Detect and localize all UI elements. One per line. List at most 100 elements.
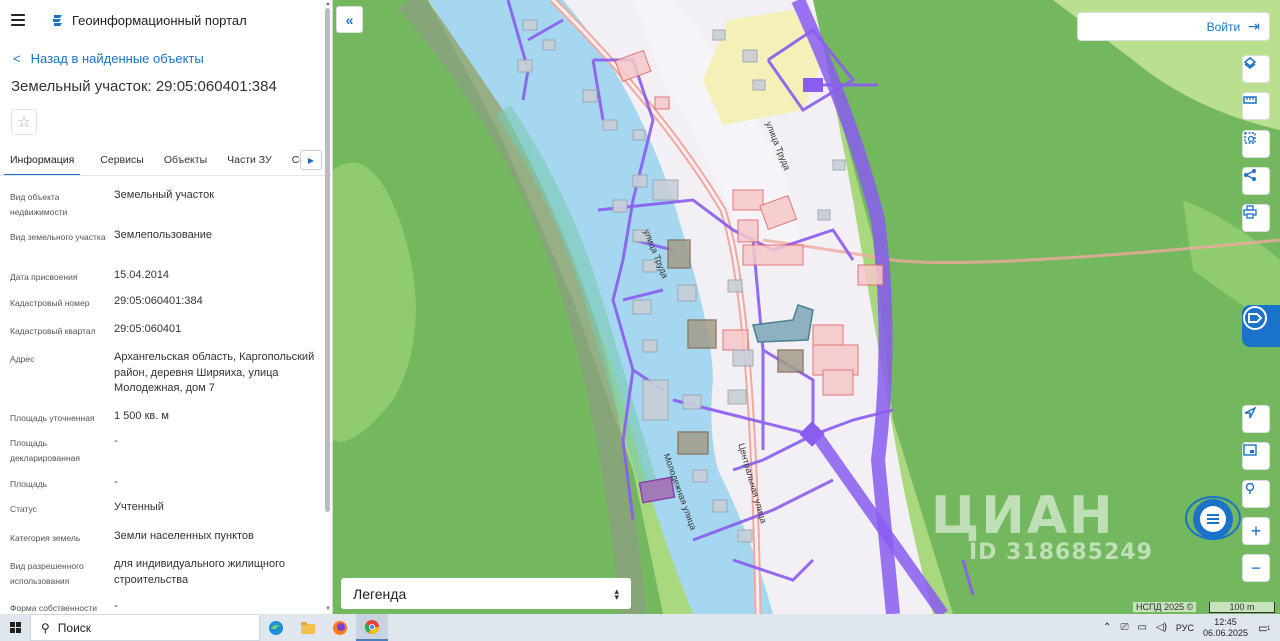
- taskbar-explorer[interactable]: [292, 614, 324, 641]
- ruler-icon: [1243, 96, 1257, 104]
- chevron-right-icon: ▶: [307, 155, 315, 165]
- double-chevron-left-icon: «: [345, 11, 354, 28]
- minimap-button[interactable]: [1242, 442, 1270, 470]
- system-tray: ⌃ ⎚ ▭ ◁) РУС 12:45 06.06.2025 ▭ 1: [1103, 614, 1280, 641]
- login-arrow-icon: ⇥: [1248, 18, 1260, 34]
- volume-icon[interactable]: ◁): [1156, 622, 1167, 633]
- share-button[interactable]: [1242, 167, 1270, 195]
- select-area-button[interactable]: [1242, 130, 1270, 158]
- start-button[interactable]: [0, 614, 30, 641]
- windows-logo-icon: [9, 622, 21, 633]
- notification-count: 1: [1267, 625, 1271, 632]
- property-label: Статус: [10, 504, 37, 514]
- print-button[interactable]: [1242, 204, 1270, 232]
- property-row: Кадастровый номер 29:05:060401:384: [10, 294, 332, 322]
- property-row: Статус Учтенный: [10, 500, 332, 529]
- map-view[interactable]: улица Труда улица Труда Молодежная улица…: [333, 0, 1280, 614]
- favorite-star-button[interactable]: ☆: [11, 109, 37, 135]
- clock-time: 12:45: [1214, 616, 1237, 627]
- app-window: Геоинформационный портал < Назад в найде…: [0, 0, 1280, 641]
- chat-assistant-button[interactable]: [1193, 499, 1233, 539]
- firefox-icon: [333, 620, 347, 635]
- property-value: Учтенный: [114, 501, 164, 513]
- zoom-in-button[interactable]: +: [1242, 517, 1270, 545]
- measure-button[interactable]: [1242, 92, 1270, 120]
- property-value: 1 500 кв. м: [114, 410, 169, 422]
- property-value: 15.04.2014: [114, 269, 170, 281]
- property-label: Площадь декларированная: [10, 438, 80, 463]
- navigation-arrow-icon: [1244, 406, 1257, 419]
- pin-location-button[interactable]: [1242, 480, 1270, 508]
- property-row: Вид объекта недвижимости Земельный участ…: [10, 188, 332, 228]
- legend-dropdown[interactable]: Легенда ▴ ▾: [341, 578, 631, 609]
- minus-icon: −: [1250, 557, 1262, 578]
- portal-title: Геоинформационный портал: [72, 12, 247, 28]
- notifications-button[interactable]: ▭ 1: [1258, 621, 1280, 635]
- object-title: Земельный участок: 29:05:060401:384: [11, 78, 277, 95]
- location-pin-icon: [1245, 482, 1255, 494]
- portal-badge-icon: [1243, 306, 1267, 330]
- zoom-out-button[interactable]: −: [1242, 554, 1270, 582]
- clock[interactable]: 12:45 06.06.2025: [1203, 617, 1248, 639]
- network-icon[interactable]: ▭: [1137, 622, 1146, 633]
- property-row: Адрес Архангельская область, Каргопольск…: [10, 350, 332, 409]
- login-button[interactable]: Войти ⇥: [1077, 12, 1270, 41]
- property-value: Земельный участок: [114, 189, 215, 201]
- clock-date: 06.06.2025: [1202, 627, 1248, 638]
- property-value: для индивидуального жилищного строительс…: [114, 558, 286, 586]
- property-value: -: [114, 600, 118, 612]
- taskbar-search[interactable]: ⚲ Поиск: [30, 614, 260, 641]
- scale-bar: 100 m: [1209, 602, 1275, 613]
- back-to-results-link[interactable]: < Назад в найденные объекты: [0, 40, 332, 76]
- media-icon[interactable]: ⎚: [1120, 622, 1128, 633]
- property-value: Землепользование: [114, 229, 213, 241]
- property-value: -: [114, 476, 118, 488]
- chevron-left-icon: <: [13, 50, 21, 66]
- property-label: Дата присвоения: [10, 272, 78, 282]
- edge-icon: [269, 620, 283, 635]
- login-label: Войти: [1206, 19, 1241, 34]
- panel-scrollbar[interactable]: [325, 8, 330, 512]
- tray-expand-icon[interactable]: ⌃: [1103, 622, 1111, 633]
- property-row: Площадь уточненная 1 500 кв. м: [10, 409, 332, 434]
- layers-icon: [1243, 57, 1257, 69]
- property-label: Вид объекта недвижимости: [10, 192, 68, 217]
- language-indicator[interactable]: РУС: [1176, 623, 1194, 633]
- taskbar-firefox[interactable]: [324, 614, 356, 641]
- locate-me-button[interactable]: [1242, 405, 1270, 433]
- property-label: Площадь уточненная: [10, 413, 95, 423]
- scroll-down-arrow-icon[interactable]: ▼: [325, 606, 331, 612]
- chrome-icon: [364, 619, 379, 634]
- tab-services[interactable]: Сервисы: [100, 144, 144, 175]
- property-row: Форма собственности -: [10, 599, 332, 614]
- property-list: Вид объекта недвижимости Земельный участ…: [0, 176, 332, 614]
- layers-button[interactable]: [1242, 55, 1270, 83]
- property-label: Форма собственности: [10, 603, 97, 613]
- panel-header: Геоинформационный портал: [0, 0, 332, 40]
- tab-parts[interactable]: Части ЗУ: [227, 144, 272, 175]
- gosuslugi-side-button[interactable]: [1242, 305, 1280, 347]
- search-icon: ⚲: [41, 620, 50, 635]
- tab-information[interactable]: Информация: [4, 144, 81, 175]
- sort-arrows-icon: ▴ ▾: [614, 585, 619, 602]
- property-value: 29:05:060401:384: [114, 295, 203, 307]
- tabs-next-button[interactable]: ▶: [300, 150, 322, 170]
- menu-icon[interactable]: [11, 14, 25, 26]
- plus-icon: +: [1250, 520, 1262, 541]
- property-label: Вид разрешенного использования: [10, 561, 84, 586]
- share-icon: [1244, 169, 1256, 181]
- scroll-up-arrow-icon[interactable]: ▲: [325, 1, 331, 7]
- property-value: Земли населенных пунктов: [114, 530, 254, 542]
- property-label: Вид земельного участка: [10, 232, 106, 242]
- legend-label: Легенда: [353, 585, 407, 602]
- tab-objects[interactable]: Объекты: [164, 144, 207, 175]
- property-label: Адрес: [10, 354, 35, 364]
- taskbar-chrome[interactable]: [356, 614, 388, 641]
- folder-icon: [301, 621, 315, 634]
- property-row: Кадастровый квартал 29:05:060401: [10, 322, 332, 350]
- star-icon: ☆: [17, 114, 31, 131]
- collapse-panel-button[interactable]: «: [336, 6, 363, 33]
- map-attribution: НСПД 2025 ©: [1133, 602, 1197, 612]
- printer-icon: [1243, 205, 1257, 219]
- taskbar-edge[interactable]: [260, 614, 292, 641]
